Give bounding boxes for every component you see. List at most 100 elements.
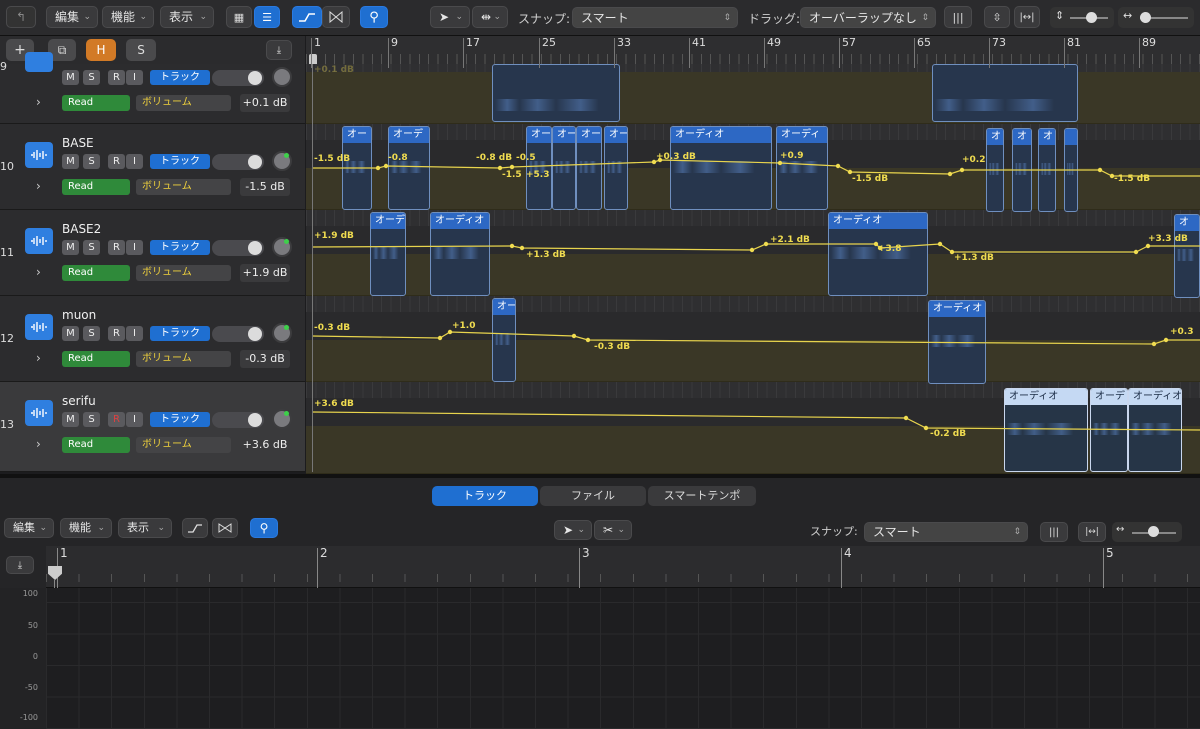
track-m-button[interactable]: M bbox=[62, 240, 79, 255]
back-button[interactable]: ↰ bbox=[6, 6, 36, 28]
audio-region[interactable]: オーディオ bbox=[1128, 388, 1182, 472]
track-name[interactable]: muon bbox=[62, 308, 96, 322]
audio-region[interactable]: オー bbox=[552, 126, 576, 210]
pan-knob[interactable] bbox=[272, 409, 292, 429]
audio-region[interactable]: オーディオ bbox=[1004, 388, 1088, 472]
disclosure-chevron-icon[interactable]: › bbox=[36, 179, 41, 193]
editor-flex-button[interactable] bbox=[212, 518, 238, 538]
track-s-button[interactable]: S bbox=[83, 70, 100, 85]
automation-param-select[interactable]: ボリューム bbox=[136, 95, 231, 111]
editor-zoom-slider[interactable]: ↔ bbox=[1112, 522, 1182, 542]
audio-region[interactable]: オーディ bbox=[776, 126, 828, 210]
automation-param-select[interactable]: ボリューム bbox=[136, 179, 231, 195]
disclosure-chevron-icon[interactable]: › bbox=[36, 351, 41, 365]
track-name[interactable]: serifu bbox=[62, 394, 96, 408]
automation-button[interactable] bbox=[292, 6, 322, 28]
view-menu[interactable]: 表示 ⌄ bbox=[160, 6, 214, 28]
editor-fit-button[interactable]: |↔| bbox=[1078, 522, 1106, 542]
disclosure-chevron-icon[interactable]: › bbox=[36, 437, 41, 451]
audio-region[interactable] bbox=[492, 64, 620, 122]
automation-param-select[interactable]: ボリューム bbox=[136, 437, 231, 453]
audio-region[interactable]: オーデ bbox=[370, 212, 406, 296]
track-button[interactable]: トラック bbox=[150, 70, 210, 85]
track-on-toggle[interactable] bbox=[212, 70, 264, 86]
track-i-button[interactable]: I bbox=[126, 326, 143, 341]
automation-value[interactable]: -0.3 dB bbox=[240, 350, 290, 368]
audio-region[interactable]: オーディオ bbox=[670, 126, 772, 210]
editor-scissors-tool[interactable]: ✂ ⌄ bbox=[594, 520, 632, 540]
track-on-toggle[interactable] bbox=[212, 240, 264, 256]
track-i-button[interactable]: I bbox=[126, 240, 143, 255]
audio-region[interactable]: オーディオ bbox=[928, 300, 986, 384]
tab-file[interactable]: ファイル bbox=[540, 486, 646, 506]
automation-mode-select[interactable]: Read bbox=[62, 351, 130, 367]
audio-region[interactable]: オー bbox=[576, 126, 602, 210]
editor-view-menu[interactable]: 表示 ⌄ bbox=[118, 518, 172, 538]
track-on-toggle[interactable] bbox=[212, 412, 264, 428]
editor-snap-select[interactable]: スマート ⇕ bbox=[864, 522, 1028, 542]
automation-mode-select[interactable]: Read bbox=[62, 179, 130, 195]
track-i-button[interactable]: I bbox=[126, 154, 143, 169]
automation-mode-select[interactable]: Read bbox=[62, 437, 130, 453]
horizontal-fit-button[interactable]: |↔| bbox=[1014, 6, 1040, 28]
track-header[interactable]: 11 BASE2 M S R I トラック › Read ボリューム +1.9 dB bbox=[0, 210, 305, 296]
pan-knob[interactable] bbox=[272, 237, 292, 257]
vertical-zoom-slider[interactable]: ⇕ bbox=[1050, 7, 1114, 28]
editor-function-menu[interactable]: 機能 ⌄ bbox=[60, 518, 112, 538]
editor-pointer-tool[interactable]: ➤ ⌄ bbox=[554, 520, 592, 540]
automation-value[interactable]: -1.5 dB bbox=[240, 178, 290, 196]
audio-region[interactable]: オ bbox=[1012, 128, 1032, 212]
track-i-button[interactable]: I bbox=[126, 412, 143, 427]
automation-value[interactable]: +3.6 dB bbox=[240, 436, 290, 454]
snap-select[interactable]: スマート ⇕ bbox=[572, 7, 738, 28]
function-menu[interactable]: 機能 ⌄ bbox=[102, 6, 154, 28]
editor-bounce-button[interactable]: ⤓ bbox=[6, 556, 34, 574]
audio-region[interactable]: オー bbox=[526, 126, 552, 210]
track-r-button[interactable]: R bbox=[108, 326, 125, 341]
horizontal-zoom-slider[interactable]: ↔ bbox=[1118, 7, 1194, 28]
audio-region[interactable]: オーディオ bbox=[430, 212, 490, 296]
automation-mode-select[interactable]: Read bbox=[62, 95, 130, 111]
audio-region[interactable]: オーデ bbox=[388, 126, 430, 210]
editor-waveform-button[interactable]: ||| bbox=[1040, 522, 1068, 542]
track-r-button[interactable]: R bbox=[108, 154, 125, 169]
track-r-button[interactable]: R bbox=[108, 240, 125, 255]
audio-region[interactable]: オー bbox=[492, 298, 516, 382]
tab-smart-tempo[interactable]: スマートテンポ bbox=[648, 486, 756, 506]
editor-catch-button[interactable]: ⚲ bbox=[250, 518, 278, 538]
audio-region[interactable]: オ bbox=[986, 128, 1004, 212]
track-m-button[interactable]: M bbox=[62, 326, 79, 341]
pan-knob[interactable] bbox=[272, 151, 292, 171]
disclosure-chevron-icon[interactable]: › bbox=[36, 265, 41, 279]
track-s-button[interactable]: S bbox=[83, 154, 100, 169]
automation-value[interactable]: +1.9 dB bbox=[240, 264, 290, 282]
editor-automation-button[interactable] bbox=[182, 518, 208, 538]
track-header[interactable]: 13 serifu M S R I トラック › Read ボリューム +3.6 dB bbox=[0, 382, 305, 472]
track-m-button[interactable]: M bbox=[62, 70, 79, 85]
hide-button[interactable]: H bbox=[86, 39, 116, 61]
vertical-fit-button[interactable]: ⇳ bbox=[984, 6, 1010, 28]
list-view-button[interactable]: ☰ bbox=[254, 6, 280, 28]
solo-button[interactable]: S bbox=[126, 39, 156, 61]
disclosure-chevron-icon[interactable]: › bbox=[36, 95, 41, 109]
track-m-button[interactable]: M bbox=[62, 154, 79, 169]
track-name[interactable]: BASE bbox=[62, 136, 94, 150]
track-button[interactable]: トラック bbox=[150, 240, 210, 255]
audio-region[interactable] bbox=[932, 64, 1078, 122]
automation-param-select[interactable]: ボリューム bbox=[136, 265, 231, 281]
track-name[interactable]: BASE2 bbox=[62, 222, 101, 236]
track-s-button[interactable]: S bbox=[83, 326, 100, 341]
track-r-button[interactable]: R bbox=[108, 412, 125, 427]
drag-select[interactable]: オーバーラップなし ⇕ bbox=[800, 7, 936, 28]
edit-menu[interactable]: 編集 ⌄ bbox=[46, 6, 98, 28]
track-m-button[interactable]: M bbox=[62, 412, 79, 427]
track-on-toggle[interactable] bbox=[212, 326, 264, 342]
audio-region[interactable] bbox=[1064, 128, 1078, 212]
pan-knob[interactable] bbox=[272, 323, 292, 343]
secondary-tool[interactable]: ⇹ ⌄ bbox=[472, 6, 508, 28]
track-s-button[interactable]: S bbox=[83, 412, 100, 427]
track-header[interactable]: 12 muon M S R I トラック › Read ボリューム -0.3 dB bbox=[0, 296, 305, 382]
audio-region[interactable]: オ bbox=[1174, 214, 1200, 298]
bounce-button[interactable]: ⤓ bbox=[266, 40, 292, 60]
tab-track[interactable]: トラック bbox=[432, 486, 538, 506]
